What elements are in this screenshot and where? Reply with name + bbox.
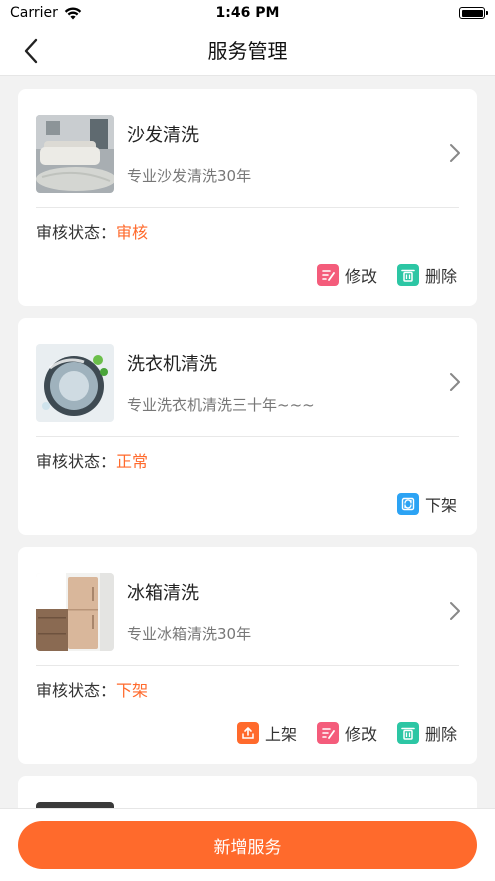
- divider: [36, 665, 459, 666]
- service-card-link[interactable]: 沙发清洗 专业沙发清洗30年: [18, 89, 477, 207]
- trash-icon: [396, 722, 419, 744]
- service-card: 冰箱清洗 专业冰箱清洗30年 审核状态：下架 上架 修改 删除: [18, 547, 477, 764]
- audit-status-value: 正常: [116, 452, 149, 471]
- edit-button[interactable]: 修改: [316, 721, 377, 745]
- card-actions: 上架 修改 删除: [236, 721, 457, 745]
- status-left: Carrier: [10, 5, 82, 21]
- audit-status-row: 审核状态：审核: [36, 219, 148, 243]
- sofa-photo: [36, 115, 114, 193]
- audit-status-row: 审核状态：下架: [36, 677, 148, 701]
- audit-status-value: 下架: [116, 681, 149, 700]
- chevron-right-icon: [450, 602, 460, 620]
- take-down-icon: [396, 493, 419, 515]
- service-card-link[interactable]: 洗衣机清洗 专业洗衣机清洗三十年~~~: [18, 318, 477, 436]
- nav-bar: 服务管理: [0, 26, 495, 76]
- service-description: 专业洗衣机清洗三十年~~~: [127, 396, 315, 414]
- put-up-label: 上架: [264, 725, 297, 744]
- service-title: 冰箱清洗: [127, 583, 199, 604]
- washing-machine-photo: [36, 344, 114, 422]
- service-card: 沙发清洗 专业沙发清洗30年 审核状态：审核 修改 删除: [18, 89, 477, 306]
- service-title: 沙发清洗: [127, 125, 199, 146]
- service-description: 专业沙发清洗30年: [127, 167, 252, 185]
- delete-button[interactable]: 删除: [396, 721, 457, 745]
- chevron-right-icon: [450, 373, 460, 391]
- edit-icon: [316, 722, 339, 744]
- divider: [36, 207, 459, 208]
- take-down-label: 下架: [424, 496, 457, 515]
- audit-status-row: 审核状态：正常: [36, 448, 148, 472]
- bottom-bar: 新增服务: [0, 808, 495, 881]
- trash-icon: [396, 264, 419, 286]
- service-card-link[interactable]: 冰箱清洗 专业冰箱清洗30年: [18, 547, 477, 665]
- service-title: 洗衣机清洗: [127, 354, 217, 375]
- put-up-button[interactable]: 上架: [236, 721, 297, 745]
- edit-label: 修改: [344, 267, 377, 286]
- card-actions: 下架: [396, 492, 457, 516]
- take-down-button[interactable]: 下架: [396, 492, 457, 516]
- status-bar: Carrier 1:46 PM: [0, 0, 495, 26]
- service-card: 洗衣机清洗 专业洗衣机清洗三十年~~~ 审核状态：正常 下架: [18, 318, 477, 535]
- chevron-right-icon: [450, 144, 460, 162]
- delete-label: 删除: [424, 725, 457, 744]
- back-button[interactable]: [14, 34, 48, 68]
- put-up-icon: [236, 722, 259, 744]
- delete-button[interactable]: 删除: [396, 263, 457, 287]
- battery-icon: [459, 7, 488, 19]
- chevron-left-icon: [24, 38, 38, 64]
- page-title: 服务管理: [207, 39, 288, 63]
- edit-button[interactable]: 修改: [316, 263, 377, 287]
- delete-label: 删除: [424, 267, 457, 286]
- wifi-icon: [64, 7, 82, 19]
- service-list: 沙发清洗 专业沙发清洗30年 审核状态：审核 修改 删除 洗衣机清洗 专业洗衣机…: [18, 89, 477, 816]
- audit-status-label: 审核状态：: [36, 452, 117, 471]
- audit-status-value: 审核: [116, 223, 149, 242]
- audit-status-label: 审核状态：: [36, 681, 117, 700]
- edit-label: 修改: [344, 725, 377, 744]
- card-actions: 修改 删除: [316, 263, 457, 287]
- service-description: 专业冰箱清洗30年: [127, 625, 252, 643]
- audit-status-label: 审核状态：: [36, 223, 117, 242]
- divider: [36, 436, 459, 437]
- fridge-photo: [36, 573, 114, 651]
- add-service-button[interactable]: 新增服务: [18, 821, 477, 869]
- carrier-label: Carrier: [10, 5, 58, 21]
- edit-icon: [316, 264, 339, 286]
